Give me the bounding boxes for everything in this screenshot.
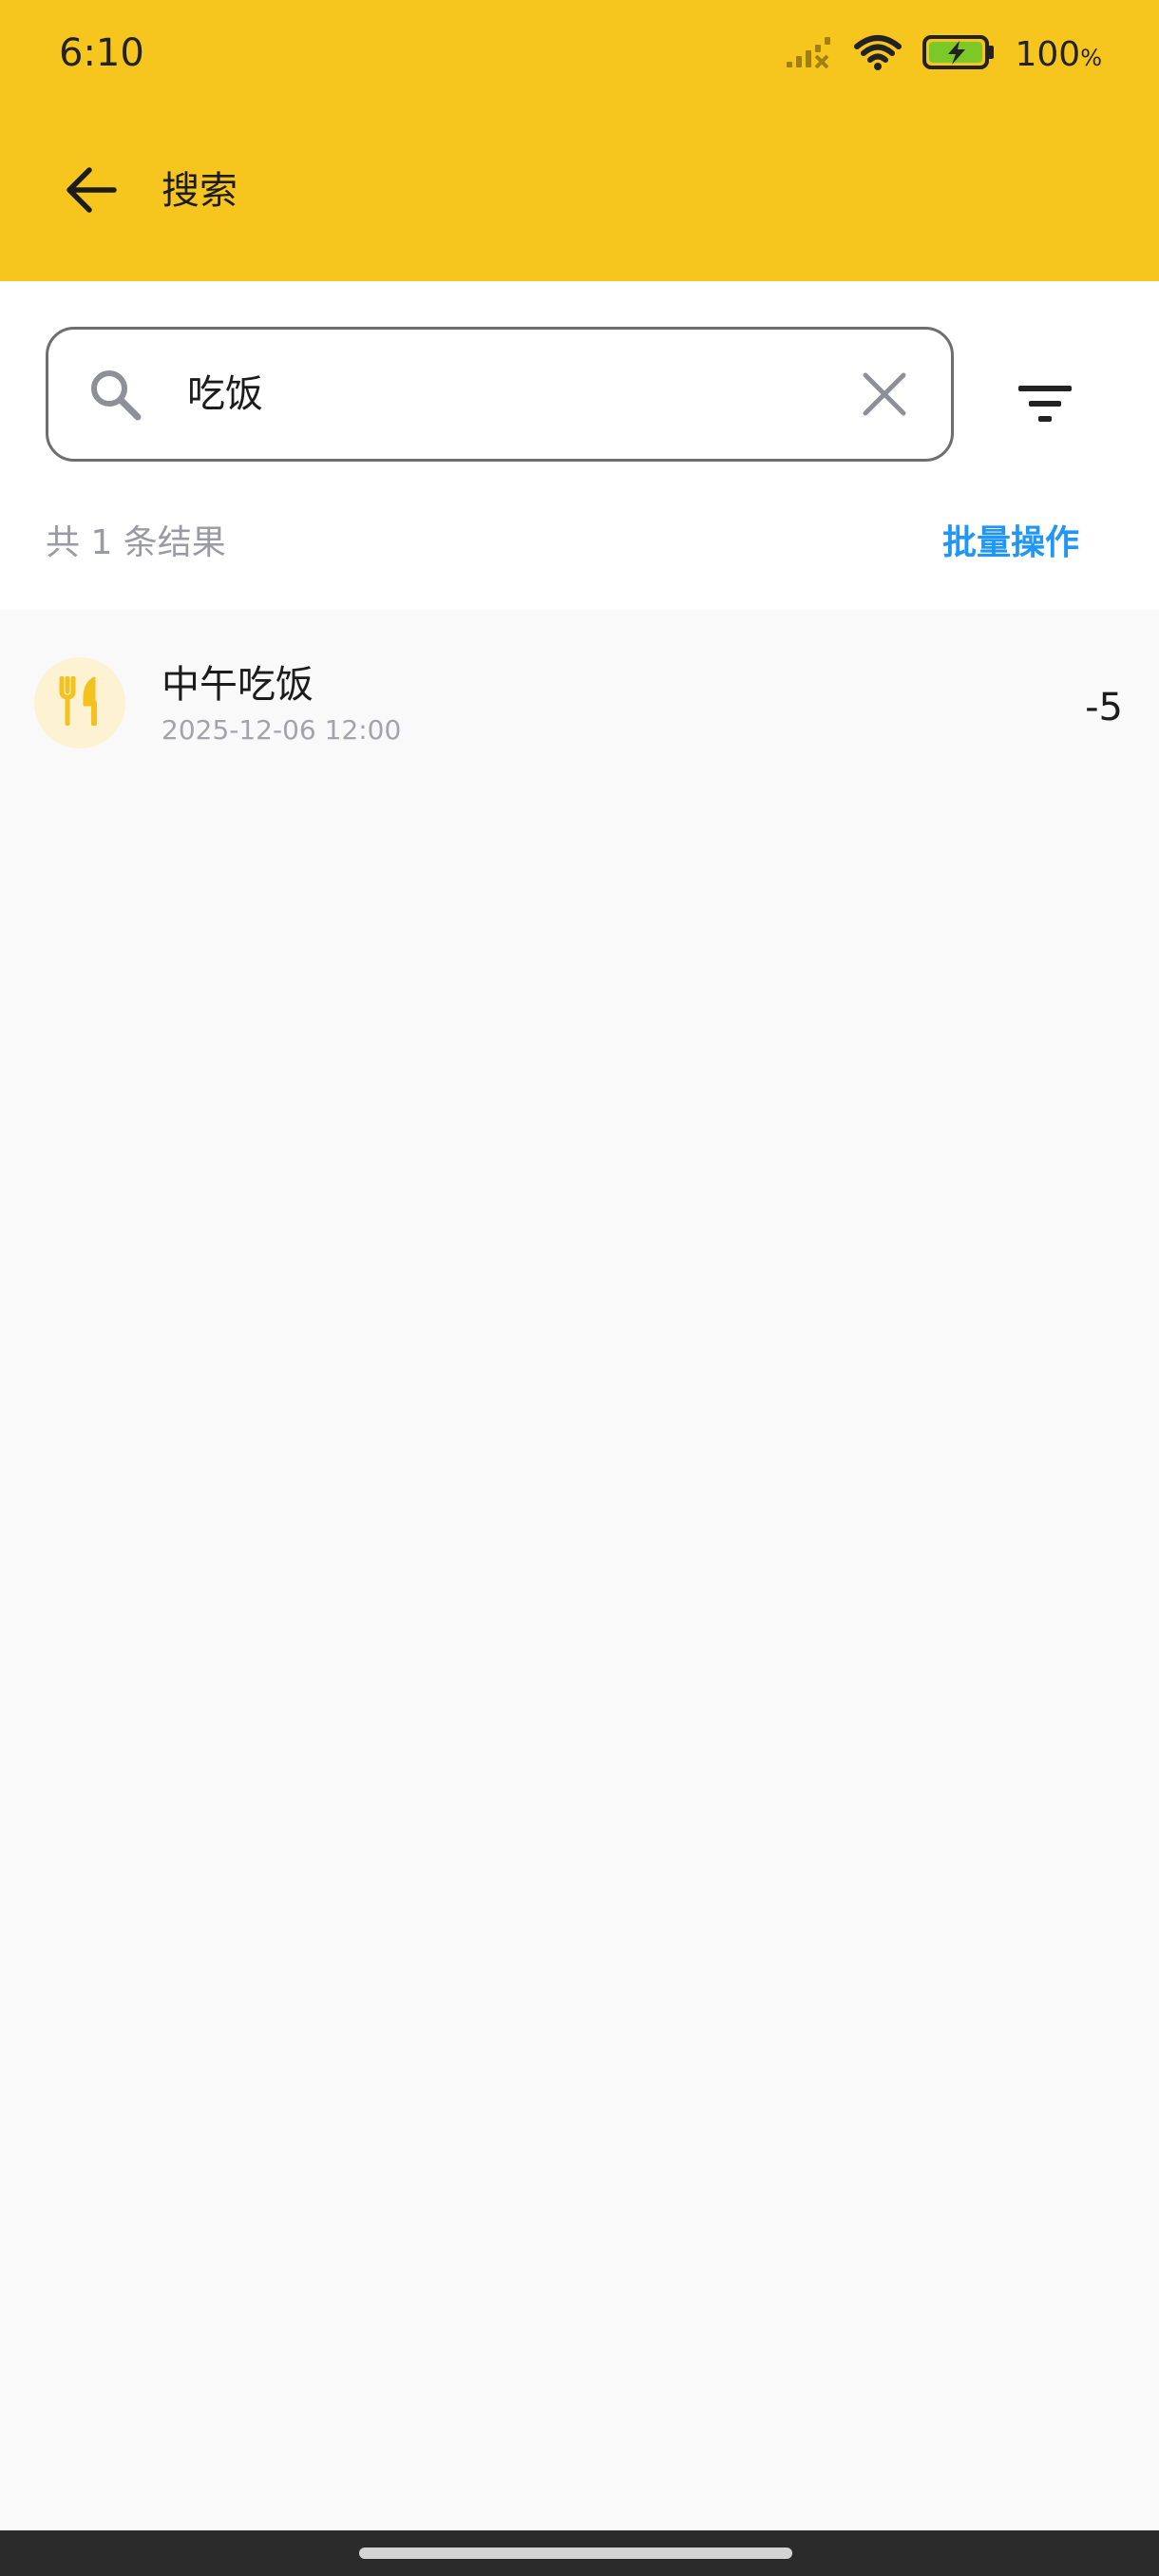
status-time: 6:10: [59, 31, 144, 75]
wifi-icon: [853, 33, 902, 75]
search-input[interactable]: 吃饭: [46, 327, 954, 462]
item-amount: -5: [1085, 686, 1123, 729]
navigation-bar: [0, 2530, 1159, 2576]
item-title: 中午吃饭: [162, 663, 314, 707]
status-bar: 6:10 100%: [0, 0, 1159, 106]
search-area: 吃饭 共 1 条结果 批量操作: [0, 281, 1159, 610]
app-bar: 搜索: [0, 133, 1159, 247]
result-count: 共 1 条结果: [46, 523, 226, 562]
avatar: [34, 657, 125, 748]
batch-operation-button[interactable]: 批量操作: [942, 521, 1079, 566]
filter-button[interactable]: [1007, 369, 1083, 445]
filter-icon: [1016, 384, 1074, 429]
result-list: 中午吃饭 2025-12-06 12:00 -5: [0, 610, 1159, 800]
back-button[interactable]: [57, 158, 125, 226]
arrow-left-icon: [65, 166, 118, 218]
item-date: 2025-12-06 12:00: [162, 714, 402, 746]
signal-icon: [785, 35, 834, 73]
list-item[interactable]: 中午吃饭 2025-12-06 12:00 -5: [0, 610, 1159, 800]
close-icon[interactable]: [856, 366, 913, 423]
utensils-icon: [58, 675, 102, 729]
header-background: 6:10 100% 搜索: [0, 0, 1159, 281]
page-title: 搜索: [162, 169, 238, 213]
battery-charging-icon: [922, 33, 996, 75]
search-query[interactable]: 吃饭: [187, 368, 263, 421]
home-gesture-handle[interactable]: [359, 2548, 792, 2559]
search-icon: [86, 366, 143, 423]
status-icons: 100%: [785, 32, 1102, 76]
battery-level: 100%: [1015, 34, 1102, 74]
